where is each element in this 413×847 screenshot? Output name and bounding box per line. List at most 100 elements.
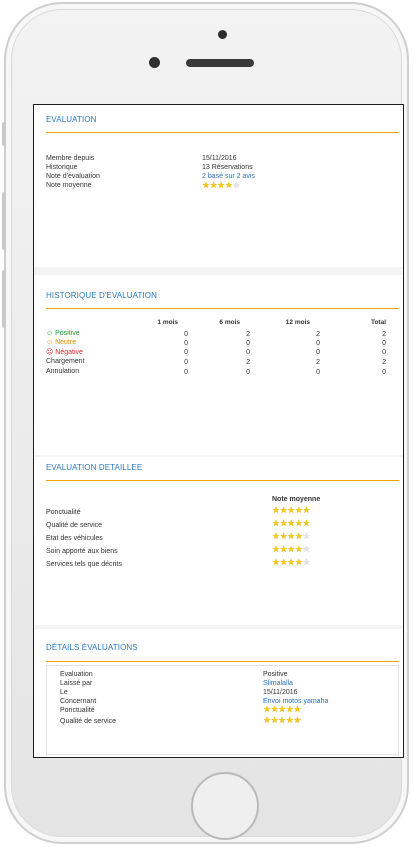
loading-6-months: 2: [246, 359, 250, 366]
star-icon: ★: [302, 557, 310, 567]
loading-total: 2: [382, 359, 386, 366]
left-by-link[interactable]: Slimalalla: [263, 680, 293, 687]
negative-12-months: 0: [316, 349, 320, 356]
evaluation-type-value: Positive: [263, 671, 288, 678]
detailed-evaluation-title: EVALUATION DETAILLEE: [46, 463, 143, 472]
history-divider: [46, 308, 399, 309]
star-icon: ★: [287, 505, 295, 515]
star-icon: ★: [272, 518, 280, 528]
cancellation-1-month: 0: [184, 369, 188, 376]
star-icon: ★: [302, 531, 310, 541]
history-label: Historique: [46, 164, 78, 171]
evaluation-details-section: DÉTAILS ÉVALUATIONS Evaluation Positive …: [34, 629, 403, 757]
neutral-total: 0: [382, 340, 386, 347]
volume-up-button: [2, 192, 6, 250]
average-column-header: Note moyenne: [272, 496, 321, 503]
earpiece-speaker: [186, 59, 254, 67]
history-title: HISTORIQUE D'EVALUATION: [46, 291, 157, 300]
negative-label: Négative: [55, 349, 83, 356]
star-icon: ★: [272, 505, 280, 515]
goods-care-stars: ★★★★★: [272, 545, 310, 554]
detail-punctuality-label: Ponctualité: [60, 707, 95, 714]
negative-6-months: 0: [246, 349, 250, 356]
evaluation-divider: [46, 132, 399, 133]
star-icon: ★: [287, 544, 295, 554]
star-icon: ★: [278, 715, 286, 725]
star-icon: ★: [272, 531, 280, 541]
star-icon: ★: [217, 180, 225, 190]
member-since-value: 15/11/2016: [202, 155, 237, 162]
negative-row-label: ☹ Négative: [46, 348, 83, 356]
front-camera-icon: [218, 30, 227, 39]
services-described-stars: ★★★★★: [272, 558, 310, 567]
punctuality-label: Ponctualité: [46, 509, 81, 516]
sad-face-icon: ☹: [46, 349, 54, 356]
detailed-evaluation-section: EVALUATION DETAILLEE Note moyenne Ponctu…: [34, 457, 403, 625]
proximity-sensor-icon: [149, 57, 160, 68]
neutral-face-icon: ☺: [46, 339, 54, 346]
evaluation-section: EVALUATION Membre depuis 15/11/2016 Hist…: [34, 105, 403, 267]
punctuality-stars: ★★★★★: [272, 506, 310, 515]
negative-1-month: 0: [184, 349, 188, 356]
neutral-label: Neutre: [55, 339, 77, 346]
neutral-12-months: 0: [316, 340, 320, 347]
loading-1-month: 0: [184, 359, 188, 366]
date-label: Le: [60, 689, 68, 696]
loading-row-label: Chargement: [46, 358, 85, 365]
evaluation-title: EVALUATION: [46, 115, 97, 124]
date-value: 15/11/2016: [263, 689, 298, 696]
star-icon: ★: [293, 715, 301, 725]
evaluation-details-divider: [46, 661, 399, 662]
smile-icon: ☺: [46, 330, 54, 337]
history-value: 13 Réservations: [202, 164, 253, 171]
detail-service-quality-label: Qualité de service: [60, 718, 117, 725]
star-icon: ★: [263, 704, 271, 714]
star-icon: ★: [287, 531, 295, 541]
column-header-1-month: 1 mois: [157, 319, 178, 326]
star-icon: ★: [263, 715, 271, 725]
goods-care-label: Soin apporté aux biens: [46, 548, 118, 555]
rating-score-link[interactable]: 2 basé sur 2 avis: [202, 173, 255, 180]
star-icon: ★: [272, 557, 280, 567]
home-button[interactable]: [191, 772, 259, 840]
cancellation-total: 0: [382, 369, 386, 376]
star-icon: ★: [287, 557, 295, 567]
average-rating-stars: ★★★★★: [202, 181, 240, 190]
column-header-6-months: 6 mois: [219, 319, 240, 326]
detailed-evaluation-divider: [46, 480, 399, 481]
star-icon: ★: [272, 544, 280, 554]
neutral-row-label: ☺ Neutre: [46, 339, 76, 346]
app-screen: EVALUATION Membre depuis 15/11/2016 Hist…: [33, 104, 404, 758]
concerning-label: Concernant: [60, 698, 97, 705]
positive-total: 2: [382, 331, 386, 338]
column-header-12-months: 12 mois: [285, 319, 310, 326]
star-icon: ★: [302, 544, 310, 554]
vehicle-state-stars: ★★★★★: [272, 532, 310, 541]
mute-switch: [2, 122, 6, 146]
volume-down-button: [2, 270, 6, 328]
loading-12-months: 2: [316, 359, 320, 366]
average-rating-label: Note moyenne: [46, 182, 92, 189]
star-icon: ★: [287, 518, 295, 528]
rating-score-label: Note d'évaluation: [46, 173, 100, 180]
star-icon: ★: [202, 180, 210, 190]
neutral-6-months: 0: [246, 340, 250, 347]
cancellation-6-months: 0: [246, 369, 250, 376]
column-header-total: Total: [370, 319, 386, 326]
star-icon: ★: [302, 518, 310, 528]
positive-row-label: ☺ Positive: [46, 330, 80, 337]
positive-12-months: 2: [316, 331, 320, 338]
member-since-label: Membre depuis: [46, 155, 95, 162]
star-icon: ★: [232, 180, 240, 190]
positive-1-month: 0: [184, 331, 188, 338]
cancellation-row-label: Annulation: [46, 368, 80, 375]
left-by-label: Laissé par: [60, 680, 93, 687]
service-quality-label: Qualité de service: [46, 522, 103, 529]
services-described-label: Services tels que décrits: [46, 561, 122, 568]
vehicle-state-label: Etat des véhicules: [46, 535, 103, 542]
history-section: HISTORIQUE D'EVALUATION 1 mois 6 mois 12…: [34, 275, 403, 455]
detail-punctuality-stars: ★★★★★: [263, 705, 301, 714]
star-icon: ★: [293, 704, 301, 714]
positive-label: Positive: [55, 330, 80, 337]
detail-service-quality-stars: ★★★★★: [263, 716, 301, 725]
